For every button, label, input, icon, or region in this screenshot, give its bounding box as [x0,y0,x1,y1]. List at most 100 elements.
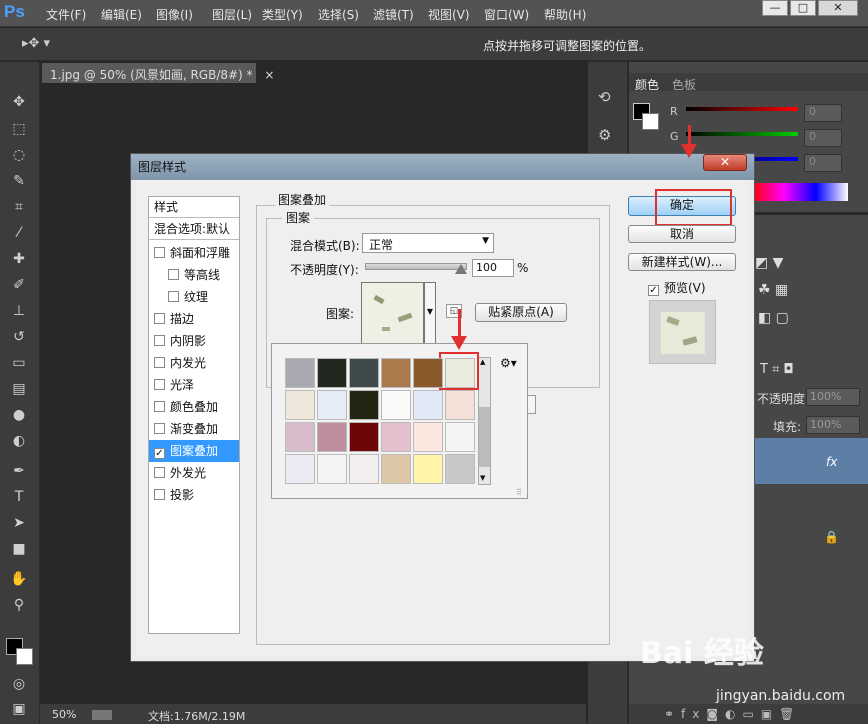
pattern-swatch[interactable] [413,422,443,452]
pattern-swatch[interactable] [381,358,411,388]
styles-header[interactable]: 样式 [149,196,239,218]
style-checkbox-6[interactable] [154,379,165,390]
color-spectrum[interactable] [752,183,848,201]
layer-opacity-value[interactable]: 100% [806,388,860,406]
dialog-titlebar[interactable] [131,154,754,180]
quick-mask-icon[interactable]: ◎ [10,675,28,693]
pen-tool-icon[interactable]: ✒ [10,462,28,480]
menu-item-9[interactable]: 帮助(H) [544,6,586,23]
adjustment-icons-row3[interactable]: ◧ ▢ [758,310,789,326]
scroll-up-icon[interactable]: ▲ [480,358,485,366]
preview-checkbox[interactable]: ✓ 预览(V) [648,279,706,296]
new-style-button[interactable]: 新建样式(W)... [628,253,736,271]
style-item-4[interactable]: 内阴影 [149,330,239,352]
menu-item-5[interactable]: 选择(S) [318,6,359,23]
preview-check-icon[interactable]: ✓ [648,285,659,296]
crop-tool-icon[interactable]: ⌗ [10,198,28,216]
red-value[interactable]: 0 [804,104,842,122]
menu-item-7[interactable]: 视图(V) [428,6,470,23]
style-checkbox-5[interactable] [154,357,165,368]
status-menu-icon[interactable] [92,710,112,720]
pattern-swatch[interactable] [445,454,475,484]
brush-tool-icon[interactable]: ✐ [10,276,28,294]
move-tool-icon[interactable]: ✥ [10,93,28,111]
scroll-down-icon[interactable]: ▼ [480,474,485,482]
document-tab[interactable]: 1.jpg @ 50% (风景如画, RGB/8#) * × [42,63,274,83]
style-item-1[interactable]: 等高线 [149,264,239,286]
style-item-8[interactable]: 渐变叠加 [149,418,239,440]
lasso-tool-icon[interactable]: ◌ [10,146,28,164]
style-item-7[interactable]: 颜色叠加 [149,396,239,418]
style-checkbox-1[interactable] [168,269,179,280]
history-panel-icon[interactable]: ⟲ [598,88,611,106]
pattern-swatch[interactable] [317,422,347,452]
pattern-swatch[interactable] [349,390,379,420]
pattern-swatch[interactable] [285,390,315,420]
pattern-thumbnail[interactable] [361,282,424,345]
style-item-9[interactable]: ✓ 图案叠加 [149,440,239,462]
style-item-3[interactable]: 描边 [149,308,239,330]
pattern-swatch[interactable] [285,454,315,484]
layer-filter-icons[interactable]: T ⌗ ◘ [760,362,794,377]
path-select-tool-icon[interactable]: ➤ [10,514,28,532]
menu-item-2[interactable]: 图像(I) [156,6,193,23]
zoom-tool-icon[interactable]: ⚲ [10,596,28,614]
zoom-level[interactable]: 50% [52,708,76,721]
pattern-swatch[interactable] [381,454,411,484]
hidden-button-edge[interactable] [527,395,536,414]
dodge-tool-icon[interactable]: ◐ [10,432,28,450]
healing-brush-tool-icon[interactable]: ✚ [10,250,28,268]
eraser-tool-icon[interactable]: ▭ [10,354,28,372]
style-checkbox-9[interactable]: ✓ [154,448,165,459]
hand-tool-icon[interactable]: ✋ [10,570,28,588]
pattern-swatch[interactable] [381,390,411,420]
blend-mode-select[interactable]: 正常 ▼ [362,233,494,253]
opacity-slider[interactable] [365,263,467,270]
pattern-swatch[interactable] [285,358,315,388]
panel-background-swatch[interactable] [642,113,659,130]
green-slider[interactable] [686,132,798,136]
green-value[interactable]: 0 [804,129,842,147]
style-checkbox-10[interactable] [154,467,165,478]
pattern-swatch[interactable] [349,422,379,452]
layer-effects-icon[interactable]: fx [826,455,837,469]
layer-actions-icons[interactable]: ⚭fx◙◐▭▣🗑 [664,707,801,721]
marquee-tool-icon[interactable]: ⬚ [10,120,28,138]
style-item-11[interactable]: 投影 [149,484,239,506]
stamp-tool-icon[interactable]: ⊥ [10,302,28,320]
style-item-6[interactable]: 光泽 [149,374,239,396]
quick-select-tool-icon[interactable]: ✎ [10,172,28,190]
style-checkbox-2[interactable] [168,291,179,302]
style-item-0[interactable]: 斜面和浮雕 [149,242,239,264]
eyedropper-tool-icon[interactable]: ⁄ [10,224,28,242]
menu-item-3[interactable]: 图层(L) [212,6,252,23]
cancel-button[interactable]: 取消 [628,225,736,243]
screen-mode-icon[interactable]: ▣ [10,700,28,718]
pattern-swatch[interactable] [285,422,315,452]
type-tool-icon[interactable]: T [10,488,28,506]
style-item-5[interactable]: 内发光 [149,352,239,374]
picker-gear-icon[interactable]: ⚙▾ [500,356,517,370]
style-checkbox-8[interactable] [154,423,165,434]
pattern-dropdown-arrow-icon[interactable]: ▼ [424,282,436,345]
pattern-swatch[interactable] [413,358,443,388]
minimize-button[interactable]: — [762,0,788,16]
layer-row-selected[interactable] [752,438,868,484]
style-checkbox-4[interactable] [154,335,165,346]
tab-swatches[interactable]: 色板 [672,76,696,93]
pattern-swatch[interactable] [413,390,443,420]
pattern-swatch[interactable] [381,422,411,452]
pattern-swatch[interactable] [445,390,475,420]
dialog-close-button[interactable]: ✕ [703,154,747,171]
style-item-2[interactable]: 纹理 [149,286,239,308]
blue-value[interactable]: 0 [804,154,842,172]
pattern-swatch[interactable] [445,422,475,452]
blur-tool-icon[interactable]: ● [10,406,28,424]
style-checkbox-11[interactable] [154,489,165,500]
pattern-swatch[interactable] [317,358,347,388]
adjustment-icons-row2[interactable]: ☘ ▦ [758,282,788,298]
pattern-swatch[interactable] [317,390,347,420]
menu-item-0[interactable]: 文件(F) [46,6,86,23]
layer-fill-value[interactable]: 100% [806,416,860,434]
tab-color[interactable]: 颜色 [635,76,659,93]
